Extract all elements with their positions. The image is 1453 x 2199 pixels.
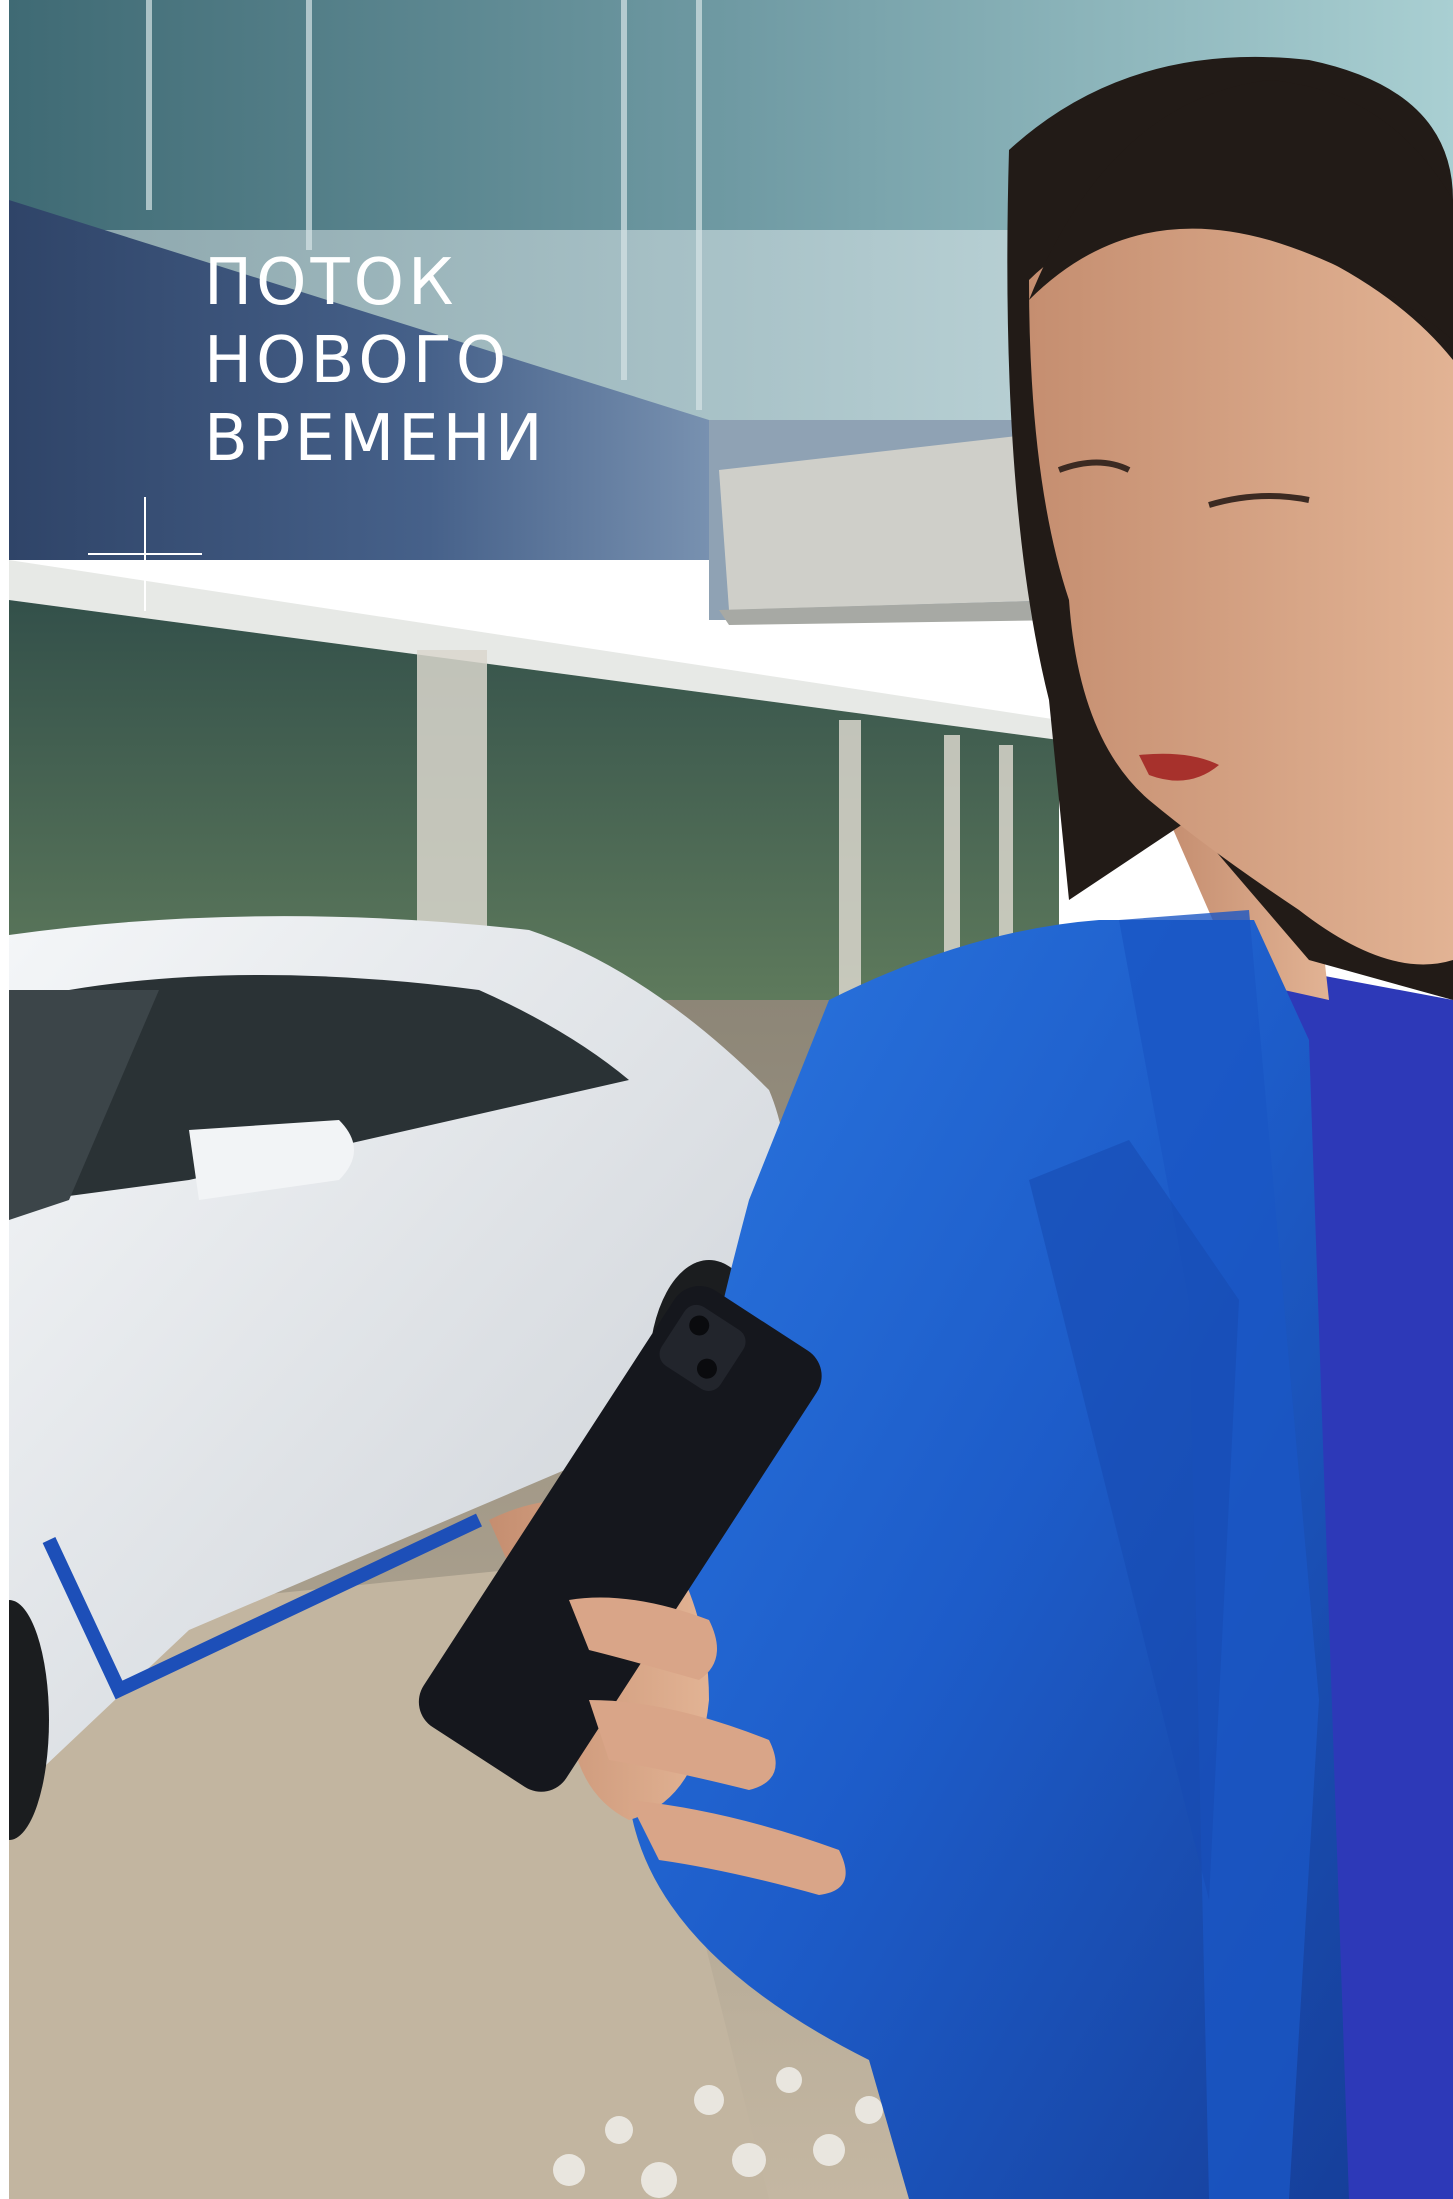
- headline-line-3: ВРЕМЕНИ: [204, 402, 547, 476]
- headline-line-1: ПОТОК: [204, 246, 458, 320]
- headline-line-2: НОВОГО: [204, 324, 511, 398]
- crosshair-icon: [88, 497, 202, 611]
- headline: ПОТОК НОВОГО ВРЕМЕНИ: [204, 244, 547, 478]
